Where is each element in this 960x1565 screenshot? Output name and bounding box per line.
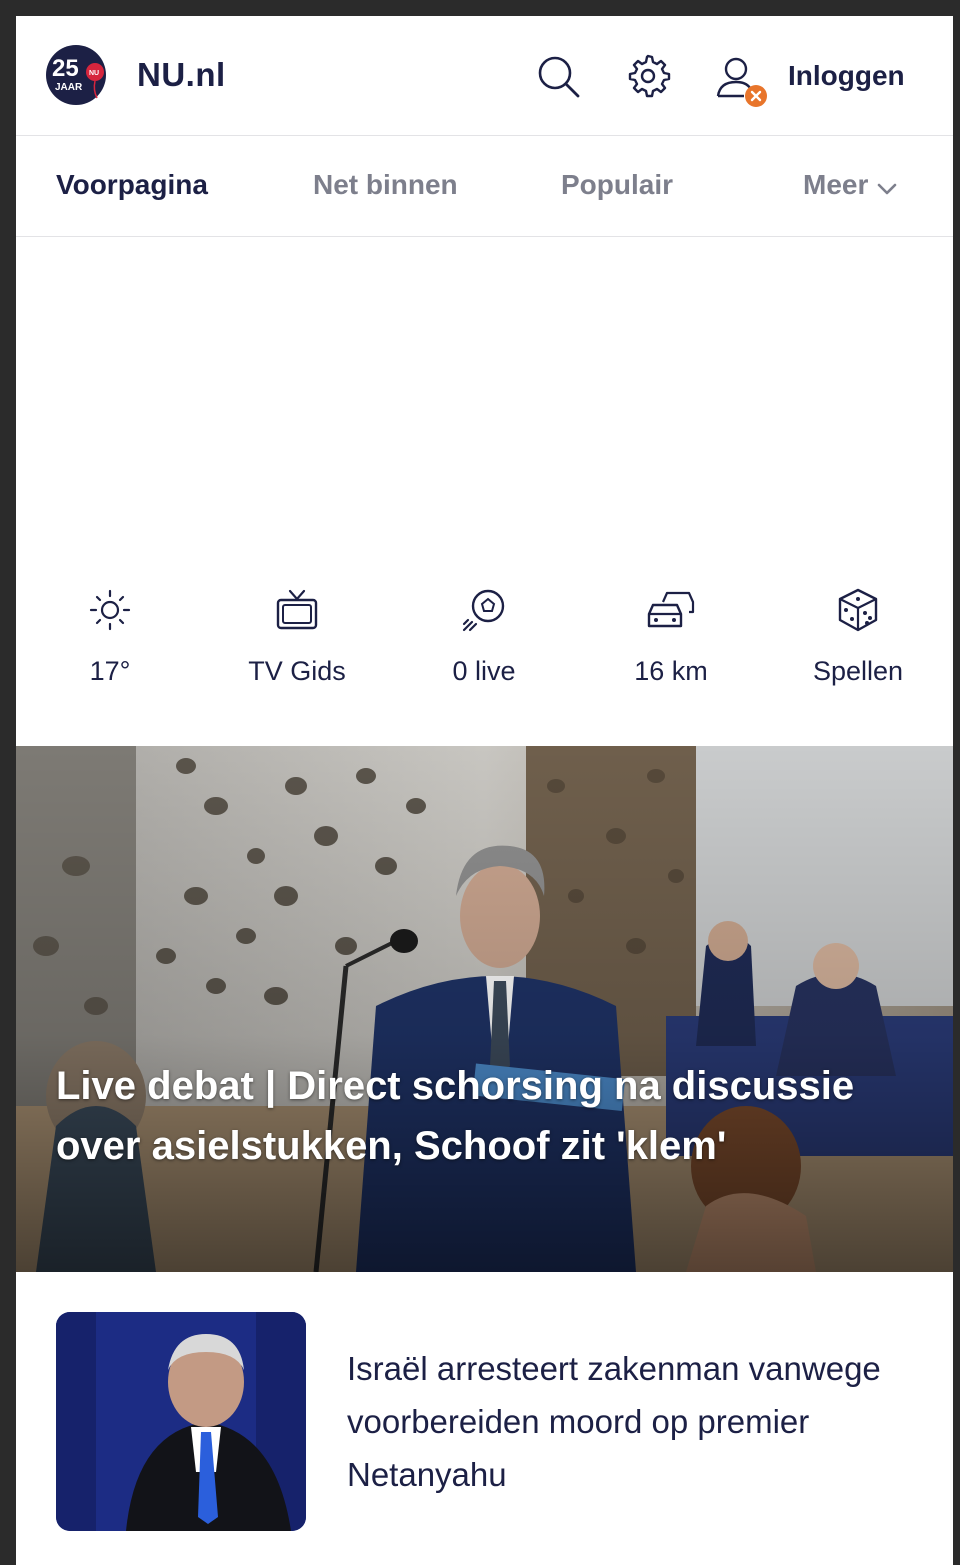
list-item[interactable]: Israël arresteert zakenman vanwege voorb… xyxy=(56,1312,916,1532)
dice-icon xyxy=(838,588,878,632)
tab-populair[interactable]: Populair xyxy=(561,169,673,201)
traffic-link[interactable]: 16 km xyxy=(581,586,761,716)
football-icon xyxy=(462,589,505,632)
live-sport-link[interactable]: 0 live xyxy=(394,586,574,716)
logo-number: 25 xyxy=(52,55,79,82)
games-link[interactable]: Spellen xyxy=(768,586,948,716)
tv-icon xyxy=(276,589,318,630)
hero-article[interactable]: Live debat | Direct schorsing na discuss… xyxy=(16,746,953,1272)
chevron-down-icon xyxy=(876,171,898,203)
gear-icon[interactable] xyxy=(624,52,672,100)
weather-link[interactable]: 17° xyxy=(20,586,200,716)
traffic-label: 16 km xyxy=(634,656,708,686)
tab-meer-label: Meer xyxy=(803,169,869,200)
article-thumbnail xyxy=(56,1312,306,1531)
sun-icon xyxy=(89,589,131,631)
traffic-icon xyxy=(647,591,695,628)
hero-title[interactable]: Live debat | Direct schorsing na discuss… xyxy=(56,1056,916,1176)
quick-links: 17° TV Gids 0 live 16 km Spellen xyxy=(16,586,953,746)
tab-net-binnen[interactable]: Net binnen xyxy=(313,169,458,201)
user-icon[interactable] xyxy=(712,52,772,112)
search-icon[interactable] xyxy=(534,52,582,100)
site-name[interactable]: NU.nl xyxy=(137,56,226,94)
advertisement-slot xyxy=(16,238,953,578)
games-label: Spellen xyxy=(812,656,904,686)
tab-meer[interactable]: Meer xyxy=(803,169,898,203)
page: 25 JAAR NU NU.nl Inloggen Voorpagina Net… xyxy=(16,16,953,1565)
nu-25-jaar-logo[interactable]: 25 JAAR NU xyxy=(45,44,107,106)
tab-voorpagina[interactable]: Voorpagina xyxy=(56,169,208,201)
weather-label: 17° xyxy=(89,656,131,686)
logo-sub: JAAR xyxy=(55,82,83,93)
login-link[interactable]: Inloggen xyxy=(788,60,905,92)
hero-image xyxy=(16,746,953,1272)
tv-guide-link[interactable]: TV Gids xyxy=(207,586,387,716)
logo-tag: NU xyxy=(89,70,99,77)
main-nav: Voorpagina Net binnen Populair Meer xyxy=(16,137,953,237)
tv-guide-label: TV Gids xyxy=(248,656,346,686)
site-header: 25 JAAR NU NU.nl Inloggen xyxy=(16,16,953,136)
live-sport-label: 0 live xyxy=(452,656,516,686)
article-title[interactable]: Israël arresteert zakenman vanwege voorb… xyxy=(347,1342,907,1501)
